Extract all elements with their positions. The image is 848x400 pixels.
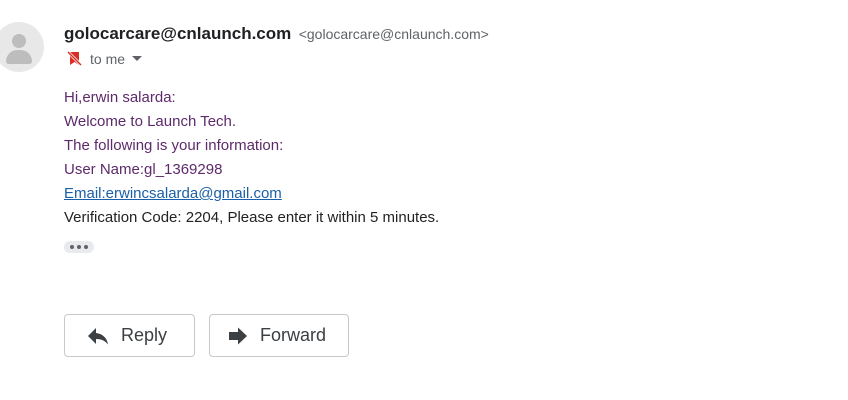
sender-header: golocarcare@cnlaunch.com <golocarcare@cn… xyxy=(64,24,489,44)
username-text: User Name:gl_1369298 xyxy=(64,161,223,178)
reply-arrow-icon xyxy=(65,327,121,345)
person-avatar-icon xyxy=(0,22,44,72)
sender-avatar xyxy=(0,22,44,72)
forward-arrow-icon xyxy=(210,327,260,345)
chevron-down-icon[interactable] xyxy=(132,56,143,61)
recipient-label: to me xyxy=(90,50,126,67)
message-body: Hi,erwin salarda: Welcome to Launch Tech… xyxy=(64,86,439,230)
welcome-text: Welcome to Launch Tech. xyxy=(64,113,237,130)
email-link[interactable]: Email:erwincsalarda@gmail.com xyxy=(64,182,439,206)
sender-email: <golocarcare@cnlaunch.com> xyxy=(298,26,489,42)
more-horizontal-icon xyxy=(70,245,74,249)
forward-label: Forward xyxy=(260,325,327,345)
sender-name[interactable]: golocarcare@cnlaunch.com xyxy=(64,24,291,43)
forward-button[interactable]: Forward xyxy=(209,314,349,357)
intro-text: The following is your information: xyxy=(64,137,284,154)
reply-label: Reply xyxy=(121,325,168,345)
recipient-details-toggle[interactable]: to me xyxy=(66,50,143,67)
greeting-text: Hi,erwin salarda: xyxy=(64,89,176,106)
bookmark-off-icon xyxy=(66,50,83,67)
reply-button[interactable]: Reply xyxy=(64,314,195,357)
show-trimmed-content-button[interactable] xyxy=(64,241,94,253)
verification-text: Verification Code: 2204, Please enter it… xyxy=(64,209,440,226)
